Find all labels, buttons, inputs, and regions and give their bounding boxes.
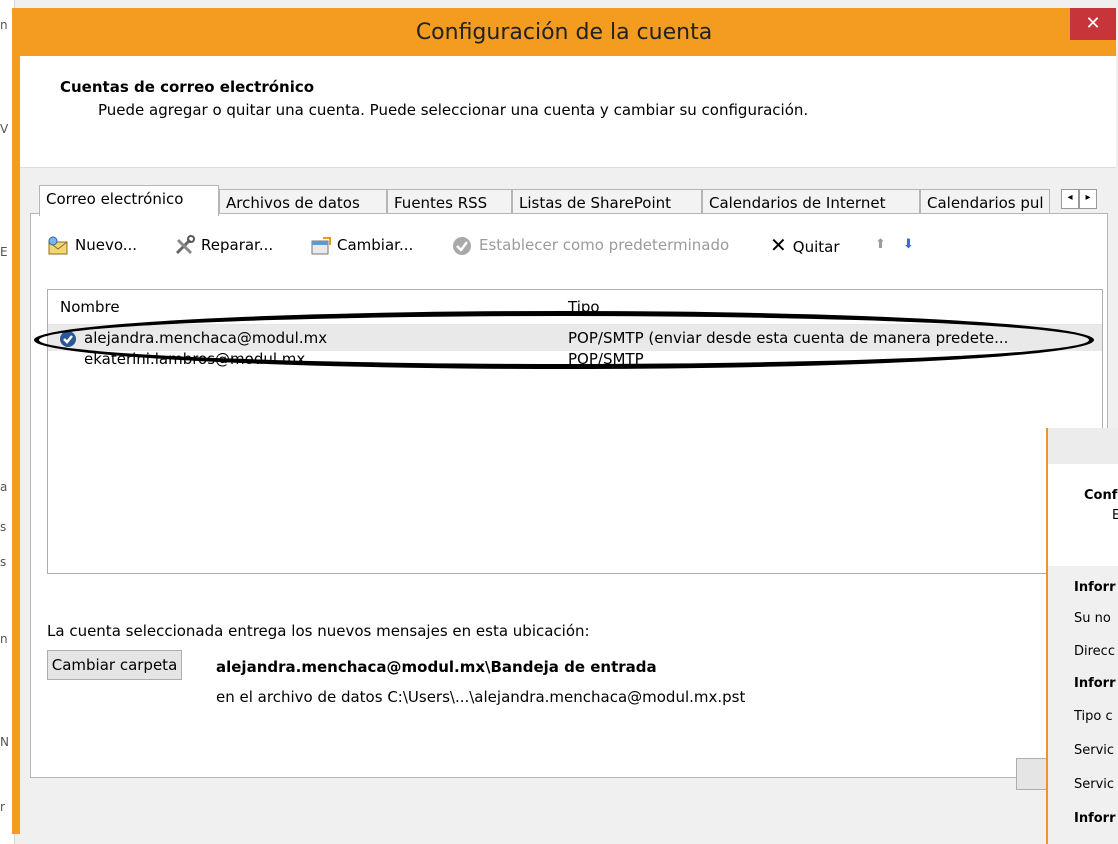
bg-strip-text: E [0, 245, 8, 259]
close-button[interactable]: ✕ [1070, 8, 1116, 40]
new-label: Nuevo... [75, 236, 138, 254]
tab-sharepoint-lists[interactable]: Listas de SharePoint [512, 189, 702, 215]
arrow-up-icon: ⬆ [875, 237, 886, 252]
delivery-location: alejandra.menchaca@modul.mx\Bandeja de e… [216, 658, 657, 676]
bg-strip-text: n [0, 18, 8, 32]
bg-dialog-text: Inforr [1074, 580, 1116, 595]
delivery-label: La cuenta seleccionada entrega los nuevo… [47, 622, 590, 640]
set-default-button[interactable]: Establecer como predeterminado [451, 232, 729, 258]
move-up-button[interactable]: ⬆ [875, 232, 886, 258]
remove-label: Quitar [792, 238, 840, 256]
change-label: Cambiar... [337, 236, 414, 254]
check-circle-icon [451, 235, 475, 257]
bg-dialog-titlebar [1048, 428, 1118, 464]
tab-strip: Correo electrónico Archivos de datos Fue… [39, 185, 1099, 216]
account-settings-dialog: Configuración de la cuenta ✕ Cuentas de … [12, 8, 1116, 834]
bg-strip-text: r [0, 800, 5, 814]
bg-dialog-text: Servic [1074, 743, 1115, 758]
repair-button[interactable]: Reparar... [173, 232, 273, 258]
bg-dialog-text: E [1112, 508, 1118, 523]
dialog-content: Correo electrónico Archivos de datos Fue… [20, 168, 1116, 834]
arrow-down-icon: ⬇ [903, 237, 914, 252]
bg-strip-text: n [0, 632, 8, 646]
tab-scroll-left-button[interactable]: ◂ [1061, 189, 1079, 209]
bg-dialog-text: Inforr [1074, 676, 1116, 691]
header-panel: Cuentas de correo electrónico Puede agre… [20, 56, 1116, 168]
tools-icon [173, 234, 197, 257]
dialog-title: Configuración de la cuenta [415, 20, 713, 45]
header-title: Cuentas de correo electrónico [60, 78, 315, 96]
column-header-name[interactable]: Nombre [60, 298, 120, 316]
tab-published-calendars[interactable]: Calendarios pul [920, 189, 1050, 215]
change-button[interactable]: Cambiar... [309, 232, 413, 258]
tab-email[interactable]: Correo electrónico [39, 185, 219, 216]
bg-dialog-text: Tipo c [1074, 709, 1113, 724]
bg-dialog-text: Servic [1074, 777, 1115, 792]
tab-rss-feeds[interactable]: Fuentes RSS [387, 189, 512, 215]
accounts-list[interactable]: Nombre Tipo alejandra.menchaca@modul.mx … [34, 289, 1103, 574]
change-folder-button[interactable]: Cambiar carpeta [47, 650, 182, 680]
email-tab-panel: Nuevo... Reparar... Cambiar... Establece… [30, 213, 1108, 778]
background-dialog-fragment: Conf E Inforr Su no Direcc Inforr Tipo c… [1046, 428, 1118, 844]
header-subtitle: Puede agregar o quitar una cuenta. Puede… [98, 101, 809, 119]
bg-strip-text: N [0, 735, 9, 749]
bg-dialog-text: Inforr [1074, 811, 1116, 826]
toolbar: Nuevo... Reparar... Cambiar... Establece… [47, 230, 1047, 260]
delivery-datafile: en el archivo de datos C:\Users\...\alej… [216, 688, 746, 706]
bg-dialog-text: Su no [1074, 611, 1111, 626]
tab-internet-calendars[interactable]: Calendarios de Internet [702, 189, 920, 215]
tab-data-files[interactable]: Archivos de datos [219, 189, 387, 215]
repair-label: Reparar... [201, 236, 274, 254]
new-mail-icon [47, 235, 71, 257]
change-settings-icon [309, 235, 333, 257]
bg-dialog-text: Direcc [1074, 644, 1115, 659]
new-button[interactable]: Nuevo... [47, 232, 137, 258]
bg-dialog-text: Conf [1084, 488, 1118, 503]
bg-dialog-body: Inforr Su no Direcc Inforr Tipo c Servic… [1048, 566, 1118, 844]
title-bar[interactable]: Configuración de la cuenta ✕ [12, 8, 1116, 56]
highlight-ellipse-annotation [34, 311, 1094, 369]
remove-button[interactable]: ✕ Quitar [770, 232, 840, 258]
remove-icon: ✕ [770, 233, 787, 257]
bg-strip-text: s [0, 555, 7, 569]
set-default-label: Establecer como predeterminado [479, 236, 730, 254]
tab-scroll-right-button[interactable]: ▸ [1079, 189, 1097, 209]
bg-strip-text: s [0, 520, 7, 534]
bg-strip-text: a [0, 480, 8, 494]
bg-strip-text: V [0, 122, 9, 136]
move-down-button[interactable]: ⬇ [903, 232, 914, 258]
